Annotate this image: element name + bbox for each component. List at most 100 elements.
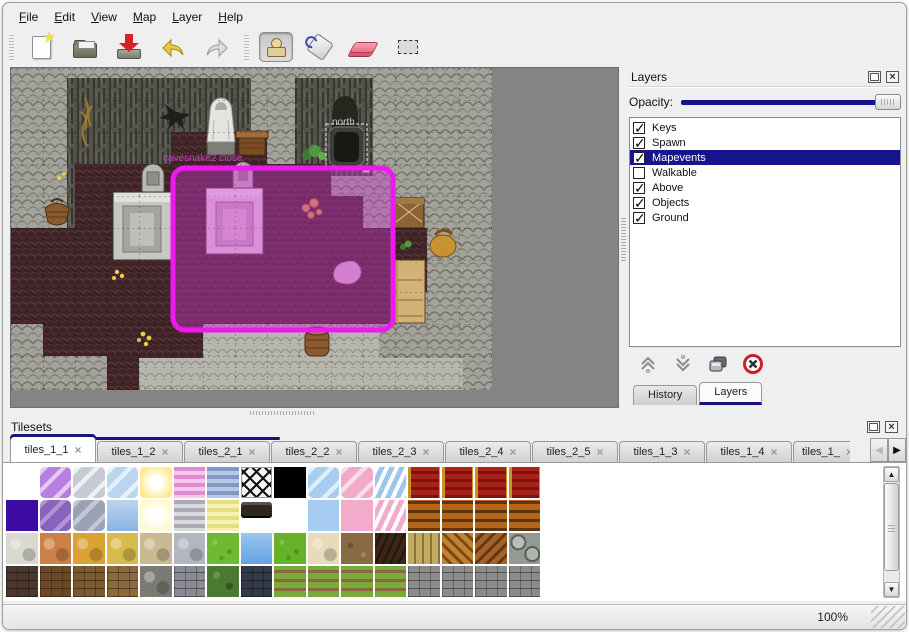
tileset-tile[interactable] (274, 500, 306, 531)
tileset-tile[interactable] (375, 533, 407, 564)
tileset-tile[interactable] (475, 467, 507, 498)
select-tool-button[interactable] (391, 32, 425, 62)
panel-tab-history[interactable]: History (633, 385, 697, 405)
tileset-tile[interactable] (408, 566, 440, 597)
eraser-tool-button[interactable] (347, 32, 381, 62)
float-panel-icon[interactable] (868, 71, 881, 83)
horizontal-splitter[interactable] (3, 409, 906, 417)
tileset-tile[interactable] (107, 533, 139, 564)
tab-close-icon[interactable] (162, 445, 169, 459)
tileset-tile[interactable] (509, 533, 541, 564)
layer-visibility-checkbox[interactable] (633, 197, 645, 209)
tileset-tile[interactable] (308, 533, 340, 564)
tileset-tile[interactable] (174, 500, 206, 531)
duplicate-layer-button[interactable] (705, 352, 731, 376)
tileset-tile[interactable] (174, 467, 206, 498)
tileset-tile[interactable] (509, 467, 541, 498)
tileset-tile[interactable] (475, 500, 507, 531)
layer-visibility-checkbox[interactable] (633, 137, 645, 149)
map-viewport[interactable]: north cavesnake2 close (10, 67, 619, 408)
tileset-tile[interactable] (274, 533, 306, 564)
tileset-tile[interactable] (6, 467, 38, 498)
palette-scrollbar[interactable] (883, 466, 900, 598)
tileset-tile[interactable] (308, 467, 340, 498)
tileset-tile[interactable] (408, 533, 440, 564)
redo-button[interactable] (200, 32, 234, 62)
tileset-tab-tiles_1_4[interactable]: tiles_1_4 (706, 441, 792, 462)
stamp-tool-button[interactable] (259, 32, 293, 62)
layer-row-walkable[interactable]: Walkable (630, 165, 900, 180)
map-selection-rectangle[interactable] (173, 168, 393, 330)
move-layer-down-button[interactable] (670, 352, 696, 376)
layer-visibility-checkbox[interactable] (633, 212, 645, 224)
tileset-tab-tiles_2_3[interactable]: tiles_2_3 (358, 441, 444, 462)
layer-visibility-checkbox[interactable] (633, 182, 645, 194)
opacity-slider[interactable] (681, 93, 901, 111)
menu-layer[interactable]: Layer (166, 8, 212, 26)
tileset-tile[interactable] (241, 566, 273, 597)
opacity-slider-handle[interactable] (875, 94, 901, 110)
tileset-tile[interactable] (375, 566, 407, 597)
tileset-tile[interactable] (241, 502, 273, 518)
tileset-tile[interactable] (241, 467, 273, 498)
layer-row-mapevents[interactable]: Mapevents (630, 150, 900, 165)
tileset-tile[interactable] (308, 566, 340, 597)
tab-close-icon[interactable] (771, 445, 778, 459)
undo-button[interactable] (156, 32, 190, 62)
tileset-tile[interactable] (140, 533, 172, 564)
menu-help[interactable]: Help (212, 8, 253, 26)
tileset-tile[interactable] (207, 467, 239, 498)
tileset-tile[interactable] (107, 467, 139, 498)
tileset-tile[interactable] (174, 566, 206, 597)
layer-row-objects[interactable]: Objects (630, 195, 900, 210)
scrollbar-thumb[interactable] (884, 483, 899, 571)
tileset-tile[interactable] (509, 566, 541, 597)
tileset-tile[interactable] (207, 533, 239, 564)
tileset-tab-tiles_2_4[interactable]: tiles_2_4 (445, 441, 531, 462)
tileset-tile[interactable] (207, 500, 239, 531)
tileset-tile[interactable] (475, 566, 507, 597)
tileset-tile[interactable] (442, 533, 474, 564)
tileset-tab-tiles_2_2[interactable]: tiles_2_2 (271, 441, 357, 462)
layer-visibility-checkbox[interactable] (633, 167, 645, 179)
scroll-up-button[interactable] (884, 467, 899, 482)
delete-layer-button[interactable] (740, 352, 766, 376)
tileset-tile[interactable] (408, 467, 440, 498)
tileset-tile[interactable] (73, 566, 105, 597)
tileset-tab-tiles_2_1[interactable]: tiles_2_1 (184, 441, 270, 462)
menu-edit[interactable]: Edit (48, 8, 85, 26)
tileset-tile[interactable] (442, 467, 474, 498)
layer-row-above[interactable]: Above (630, 180, 900, 195)
tab-scroll-left-button[interactable] (870, 438, 888, 462)
menu-view[interactable]: View (85, 8, 127, 26)
tileset-tile[interactable] (341, 467, 373, 498)
tileset-tile[interactable] (442, 500, 474, 531)
tileset-tile[interactable] (207, 566, 239, 597)
tab-close-icon[interactable] (597, 445, 604, 459)
save-button[interactable] (112, 32, 146, 62)
tileset-tab-tiles_1_[interactable]: tiles_1_ (793, 441, 850, 462)
open-button[interactable] (68, 32, 102, 62)
tileset-tile[interactable] (107, 566, 139, 597)
tileset-tile[interactable] (40, 566, 72, 597)
tileset-tile[interactable] (140, 467, 172, 498)
tileset-tile[interactable] (40, 500, 72, 531)
scroll-down-button[interactable] (884, 582, 899, 597)
tileset-tab-tiles_1_3[interactable]: tiles_1_3 (619, 441, 705, 462)
resize-grip[interactable] (871, 606, 905, 628)
tab-close-icon[interactable] (249, 445, 256, 459)
tileset-tile[interactable] (274, 566, 306, 597)
layer-row-keys[interactable]: Keys (630, 120, 900, 135)
layer-visibility-checkbox[interactable] (633, 122, 645, 134)
panel-tab-layers[interactable]: Layers (699, 382, 762, 405)
opacity-slider-track[interactable] (681, 100, 897, 105)
tileset-tile[interactable] (107, 500, 139, 531)
tileset-tile[interactable] (40, 533, 72, 564)
tileset-tile[interactable] (140, 566, 172, 597)
tileset-tile[interactable] (475, 533, 507, 564)
tab-close-icon[interactable] (75, 443, 82, 457)
layer-row-spawn[interactable]: Spawn (630, 135, 900, 150)
tileset-tile[interactable] (241, 533, 273, 564)
tileset-tile[interactable] (73, 500, 105, 531)
tileset-tile[interactable] (73, 467, 105, 498)
